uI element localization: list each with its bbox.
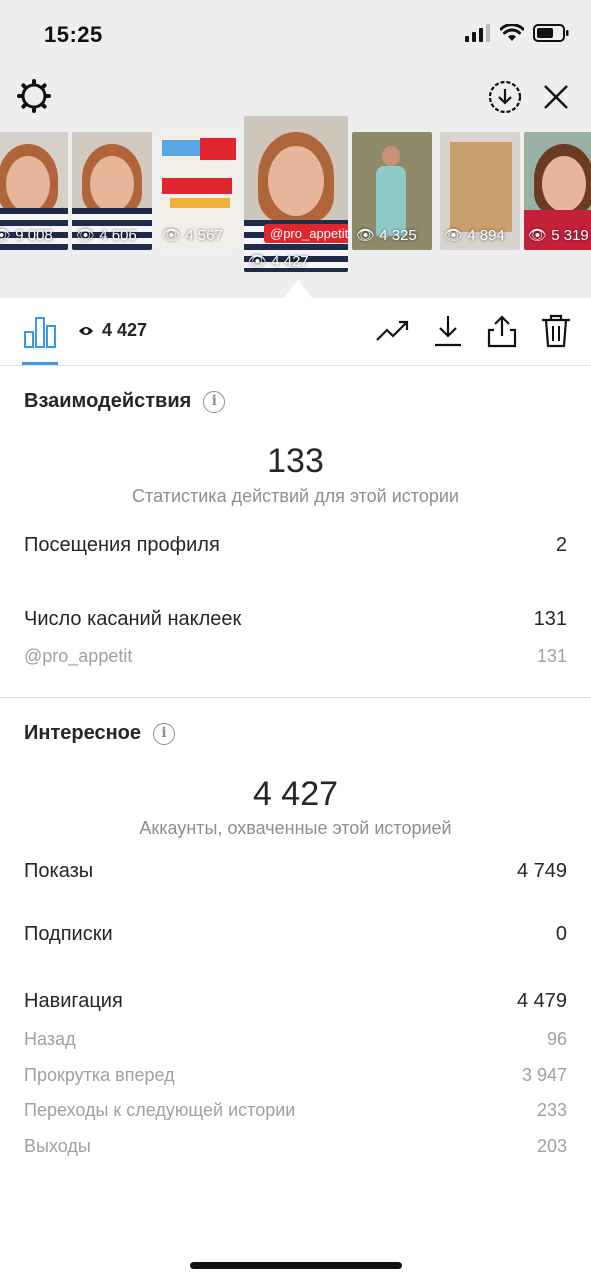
stat-subrow-next-story: Переходы к следующей истории 233	[24, 1100, 567, 1120]
stat-row-profile-visits: Посещения профиля 2	[24, 534, 567, 556]
toolbar-actions	[375, 314, 571, 348]
story-thumbnail[interactable]: 👁 5 319	[524, 132, 591, 250]
eye-icon	[79, 326, 93, 335]
stories-header: 15:25 👁 9 008 👁 4 606 👁 4 567 @pro_appet…	[0, 0, 591, 298]
download-circle-icon[interactable]	[488, 80, 522, 114]
story-thumbnail[interactable]: 👁 4 894	[440, 132, 520, 250]
story-thumbnail[interactable]: 👁 9 008	[0, 132, 68, 250]
thumbnail-view-count: 👁 4 427	[248, 253, 309, 270]
stat-subrow-back: Назад 96	[24, 1029, 567, 1049]
thumbnail-view-count: 👁 5 319	[528, 227, 589, 244]
top-controls	[0, 78, 591, 118]
thumbnail-view-count: 👁 4 325	[356, 227, 417, 244]
views-count: 4 427	[78, 320, 147, 341]
thumbnail-view-count: 👁 4 567	[162, 227, 223, 244]
status-bar: 15:25	[0, 0, 591, 70]
story-thumbnail[interactable]: 👁 4 606	[72, 132, 152, 250]
download-icon[interactable]	[433, 314, 463, 348]
interactions-heading: Взаимодействия i	[24, 390, 226, 413]
thumbnail-view-count: 👁 4 606	[76, 227, 137, 244]
discovery-caption: Аккаунты, охваченные этой историей	[139, 818, 452, 838]
stat-row-sticker-taps: Число касаний наклеек 131	[24, 608, 567, 630]
info-icon[interactable]: i	[203, 390, 226, 413]
discovery-heading: Интересное i	[24, 722, 175, 745]
signal-icon	[465, 24, 490, 42]
active-tab-indicator	[22, 362, 58, 365]
interactions-caption: Статистика действий для этой истории	[132, 486, 459, 506]
battery-icon	[533, 24, 569, 42]
discovery-total: 4 427	[252, 775, 339, 813]
stat-subrow-forward: Прокрутка вперед 3 947	[24, 1065, 567, 1085]
insights-toolbar: 4 427	[0, 298, 591, 366]
active-story-caret	[284, 280, 312, 298]
story-thumbnail[interactable]: 👁 4 567	[158, 132, 238, 250]
story-thumbnails: 👁 9 008 👁 4 606 👁 4 567 @pro_appetit 👁 4…	[0, 116, 591, 272]
thumbnail-view-count: 👁 9 008	[0, 227, 53, 244]
status-icons	[465, 24, 569, 42]
story-mention-tag: @pro_appetit	[264, 224, 348, 243]
home-indicator[interactable]	[190, 1262, 402, 1269]
bar-chart-icon[interactable]	[24, 316, 56, 348]
share-icon[interactable]	[487, 314, 517, 348]
stat-row-navigation: Навигация 4 479	[24, 990, 567, 1012]
story-thumbnail-active[interactable]: @pro_appetit 👁 4 427	[244, 116, 348, 272]
stat-row-impressions: Показы 4 749	[24, 860, 567, 882]
interactions-total: 133	[267, 442, 324, 480]
stat-row-follows: Подписки 0	[24, 923, 567, 945]
stat-subrow-mention: @pro_appetit 131	[24, 646, 567, 666]
wifi-icon	[500, 24, 524, 41]
close-icon[interactable]	[541, 82, 571, 112]
trash-icon[interactable]	[541, 314, 571, 348]
thumbnail-view-count: 👁 4 894	[444, 227, 505, 244]
gear-icon[interactable]	[16, 78, 52, 114]
stat-subrow-exits: Выходы 203	[24, 1136, 567, 1156]
status-time: 15:25	[44, 22, 103, 47]
info-icon[interactable]: i	[153, 722, 175, 745]
section-divider	[0, 697, 591, 698]
story-thumbnail[interactable]: 👁 4 325	[352, 132, 432, 250]
trending-icon[interactable]	[375, 314, 409, 348]
